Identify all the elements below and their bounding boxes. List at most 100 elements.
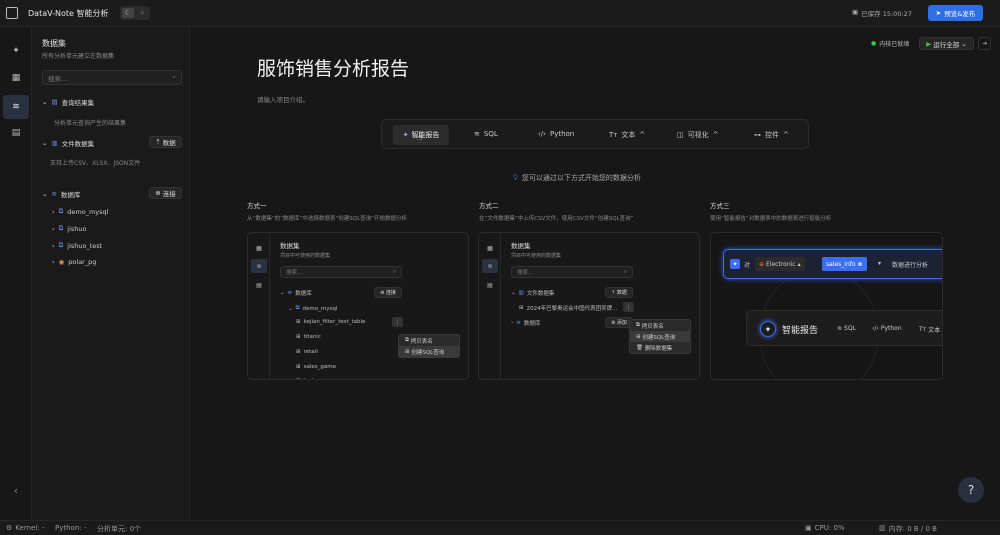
kernel-status: ● 内核已就绪 xyxy=(871,39,909,48)
mini-table: ⊞ sales_game xyxy=(296,364,336,370)
db-link-icon: ⧉ xyxy=(58,207,64,215)
table-icon: ⊞ xyxy=(296,334,301,340)
zoom-text: Tт 文本 xyxy=(919,325,940,334)
db-item[interactable]: › ◉ polar_pg xyxy=(52,258,96,266)
mini-table: ⊞ kejian_filter_test_table xyxy=(296,319,402,325)
mini-conn-label: demo_mysql xyxy=(302,305,338,312)
database-icon[interactable]: ≋ xyxy=(3,95,29,119)
toolbar-text[interactable]: Tт 文本 ^ xyxy=(609,130,645,140)
status-bar: ⚙ Kernel: - Python: - 分析单元: 0个 ▣ CPU: 0% ▥… xyxy=(0,520,1000,535)
db-item[interactable]: › ⧉ jishuo xyxy=(52,224,86,233)
section-file-datasets[interactable]: ⌄ ▥ 文件数据集 xyxy=(42,138,94,148)
database-icon: ≋ xyxy=(482,259,498,273)
kernel-info: ⚙ Kernel: - xyxy=(6,524,44,532)
toolbar-controls[interactable]: ⊶ 控件 ^ xyxy=(754,130,789,140)
database-icon: ≋ xyxy=(51,190,57,198)
moon-icon: ☾ xyxy=(122,8,134,18)
grid-icon: ▦ xyxy=(256,244,262,252)
plus-circle-icon: ⊕ xyxy=(380,289,385,296)
toolbar-sql[interactable]: ≋ SQL xyxy=(474,130,498,138)
db-item[interactable]: › ⧉ demo_mysql xyxy=(52,207,108,216)
mini-data-button: ⇡ 数据 xyxy=(605,287,633,298)
mini-button-label: 连接 xyxy=(385,290,396,296)
menu-item: ⧉ 拷贝表名 xyxy=(399,335,459,346)
mini-search: 搜索... ⌕ xyxy=(511,266,633,278)
memory-icon: ▥ xyxy=(879,524,886,532)
text-icon: Tт xyxy=(609,131,618,139)
connect-button[interactable]: ⊕ 连接 xyxy=(149,187,182,199)
mini-title: 数据集 xyxy=(280,242,300,250)
project-intro[interactable]: 请输入项目介绍。 xyxy=(257,94,309,104)
db-item[interactable]: › ⧉ jishuo_test xyxy=(52,241,102,250)
left-rail: ✦ ▦ ≋ ▤ ‹ xyxy=(0,27,32,520)
table-chip: sales_info ⊗ xyxy=(822,257,867,271)
kernel-text: Kernel: - xyxy=(15,524,45,532)
zoom-python: ‹/› Python xyxy=(872,325,902,332)
sidebar-search-input[interactable]: 搜索... ⌕ xyxy=(42,70,182,85)
magic-wand-icon[interactable]: ✦ xyxy=(9,44,23,58)
upload-data-button[interactable]: ⇡ 数据 xyxy=(149,136,182,148)
run-all-button[interactable]: ▶ 运行全部 ⌄ xyxy=(919,37,974,50)
toolbar-label: 可视化 xyxy=(687,131,709,139)
db-link-icon: ⧉ xyxy=(58,241,64,249)
method-desc: 在“文件数据集”中上传CSV文件，使用CSV文件“创建SQL查询” xyxy=(479,216,634,222)
kernel-label: 内核已就绪 xyxy=(879,41,910,48)
help-icon[interactable]: ? xyxy=(958,477,984,503)
mini-table: ⊞ retail xyxy=(296,349,318,355)
terminal-icon: ▤ xyxy=(256,281,262,289)
toolbar-visualization[interactable]: ◫ 可视化 ^ xyxy=(677,130,719,140)
cell-toolbar: ✦ 智能报告 ≋ SQL ‹/› Python Tт 文本 ^ ◫ 可视化 ^ ⊶ 控件 ^ xyxy=(381,119,809,149)
theme-toggle[interactable]: ☾ ☼ xyxy=(120,6,150,20)
cpu-info: ▣ CPU: 0% xyxy=(805,524,845,532)
collapse-icon[interactable]: ‹ xyxy=(9,483,23,497)
section-label: 数据库 xyxy=(60,191,81,199)
chevron-up-icon: ^ xyxy=(712,131,719,139)
home-icon[interactable] xyxy=(6,7,18,19)
chevron-right-icon: › xyxy=(511,320,514,326)
upload-icon: ⇡ xyxy=(611,289,616,296)
code-icon: ‹/› xyxy=(538,130,546,138)
mini-button-label: 数据 xyxy=(616,290,627,296)
mini-table-label: test xyxy=(304,378,315,379)
db-label: polar_pg xyxy=(68,258,97,266)
toolbar-label: 文本 xyxy=(621,131,636,139)
database-icon: ≋ xyxy=(837,325,843,332)
menu-item: ⊞ 创建SQL查询 xyxy=(630,331,690,342)
toolbar-label: 智能报告 xyxy=(411,131,440,139)
save-time: 已保存 15:00:27 xyxy=(861,10,912,18)
notebook-main: ● 内核已就绪 ▶ 运行全部 ⌄ ⇥ 服饰销售分析报告 请输入项目介绍。 ✦ 智能报告 … xyxy=(190,27,1000,520)
section-query-results[interactable]: ⌄ ▤ 查询结果集 xyxy=(42,97,94,107)
sun-icon: ☼ xyxy=(139,9,146,17)
method-title: 方式三 xyxy=(710,202,730,210)
toolbar-python[interactable]: ‹/› Python xyxy=(538,130,574,138)
collapse-panel-icon[interactable]: ⇥ xyxy=(978,37,991,50)
plus-circle-icon: ⊕ xyxy=(611,319,616,326)
copy-icon: ⧉ xyxy=(636,322,640,328)
plus-circle-icon: ⊕ xyxy=(155,189,161,197)
page-title[interactable]: 服饰销售分析报告 xyxy=(257,54,409,81)
menu-item-label: 删除数据集 xyxy=(644,345,673,352)
play-icon: ▶ xyxy=(926,39,932,48)
mini-db-label: 数据库 xyxy=(295,291,312,297)
table-icon: ▤ xyxy=(51,98,58,106)
menu-item-label: 拷贝表名 xyxy=(410,338,433,345)
button-label: 运行全部 xyxy=(933,40,960,49)
section-databases[interactable]: ⌄ ≋ 数据库 xyxy=(42,189,80,199)
publish-button[interactable]: ➤ 预览&发布 xyxy=(928,5,983,21)
grid-icon: ▦ xyxy=(487,244,493,252)
section-desc: 支持上传CSV、XLSX、JSON文件 xyxy=(50,160,141,167)
terminal-icon[interactable]: ▤ xyxy=(9,126,23,140)
grid-icon[interactable]: ▦ xyxy=(9,71,23,85)
prompt-action: 数据进行分析 xyxy=(892,262,929,269)
hint-line: 💡︎ 您可以通过以下方式开始您的数据分析 xyxy=(513,173,641,183)
mini-button-label: 添加 xyxy=(616,320,627,326)
chevron-right-icon: › xyxy=(52,224,55,233)
mini-file-label: 2024年巴黎奥运会中国代表团奖牌... xyxy=(526,306,618,312)
trash-icon: 🗑︎ xyxy=(636,344,643,351)
terminal-icon: ▤ xyxy=(487,281,493,289)
table-chip-label: sales_info xyxy=(826,260,856,268)
table-icon: ⊞ xyxy=(519,305,524,311)
mini-rail: ▦ ≋ ▤ xyxy=(479,233,501,379)
database-icon: ≋ xyxy=(287,290,293,296)
menu-item-label: 拷贝表名 xyxy=(641,323,664,330)
